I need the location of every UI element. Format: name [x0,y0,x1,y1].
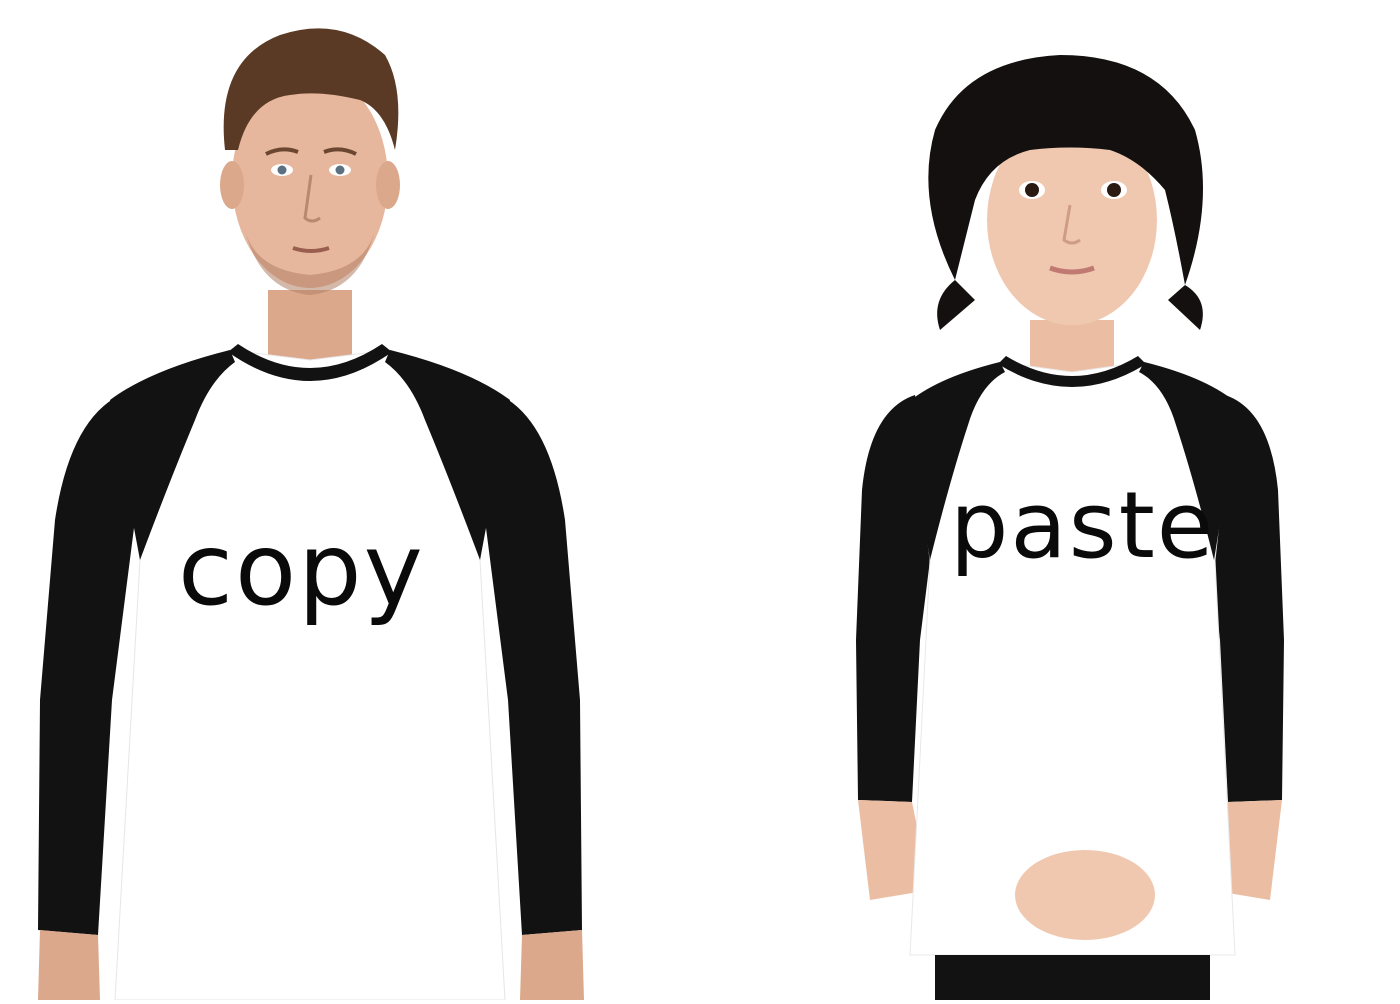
adult-right-forearm [520,930,584,1000]
adult-right-ear [376,161,400,209]
adult-left-forearm [38,930,100,1000]
adult-shirt-text: copy [178,511,425,628]
child-right-iris [1107,183,1121,197]
adult-left-iris [277,165,287,175]
adult-right-iris [335,165,345,175]
photo-scene: copy paste [0,0,1400,1001]
adult-left-ear [220,161,244,209]
child-pants [935,955,1210,1000]
child-left-iris [1025,183,1039,197]
child-hands [1015,850,1155,940]
child-shirt-text: paste [950,472,1216,579]
